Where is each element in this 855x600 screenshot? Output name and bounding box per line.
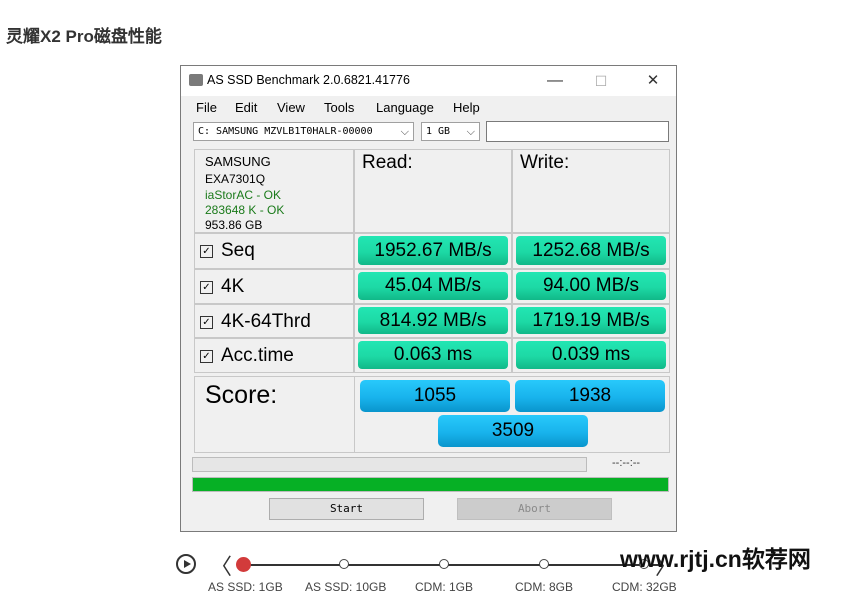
carousel-dot-2[interactable] xyxy=(339,559,349,569)
step-label-2[interactable]: AS SSD: 10GB xyxy=(305,580,386,594)
alignment-status: 283648 K - OK xyxy=(205,203,285,217)
drive-info-panel: SAMSUNG EXA7301Q iaStorAC - OK 283648 K … xyxy=(194,149,354,233)
4k-64thrd-label: 4K-64Thrd xyxy=(221,311,311,332)
4k-read-cell: 45.04 MB/s xyxy=(354,269,512,304)
drive-select-value: C: SAMSUNG MZVLB1T0HALR-00000 xyxy=(198,126,373,137)
4k-read-value: 45.04 MB/s xyxy=(358,272,508,300)
4k-64thrd-write-cell: 1719.19 MB/s xyxy=(512,304,670,338)
acc-time-label-wrap: ✓ Acc.time xyxy=(200,345,294,367)
score-panel: Score: 1055 1938 3509 xyxy=(194,376,670,453)
step-label-5[interactable]: CDM: 32GB xyxy=(612,580,677,594)
test-row-acc-time[interactable]: ✓ Acc.time xyxy=(194,338,354,373)
4k-64thrd-write-value: 1719.19 MB/s xyxy=(516,307,666,334)
seq-read-value: 1952.67 MB/s xyxy=(358,236,508,265)
menu-view[interactable]: View xyxy=(277,100,305,115)
start-button[interactable]: Start xyxy=(269,498,424,520)
score-label: Score: xyxy=(205,381,278,409)
page-title: 灵耀X2 Pro磁盘性能 xyxy=(6,27,162,46)
score-write: 1938 xyxy=(515,380,665,412)
read-header: Read: xyxy=(362,152,413,173)
menu-tools[interactable]: Tools xyxy=(324,100,354,115)
seq-write-cell: 1252.68 MB/s xyxy=(512,233,670,269)
chevron-down-icon: ⌵ xyxy=(466,125,475,138)
4k-64thrd-read-value: 814.92 MB/s xyxy=(358,307,508,334)
4k-write-cell: 94.00 MB/s xyxy=(512,269,670,304)
driver-status: iaStorAC - OK xyxy=(205,188,282,202)
test-row-seq[interactable]: ✓ Seq xyxy=(194,233,354,269)
write-header: Write: xyxy=(520,152,570,173)
test-progress-bar xyxy=(192,457,587,472)
checkbox-4k[interactable]: ✓ xyxy=(200,281,213,294)
drive-vendor: SAMSUNG xyxy=(205,154,271,169)
checkbox-4k-64thrd[interactable]: ✓ xyxy=(200,316,213,329)
score-total: 3509 xyxy=(438,415,588,447)
as-ssd-window: AS SSD Benchmark 2.0.6821.41776 — ☐ ✕ Fi… xyxy=(180,65,677,532)
size-select[interactable]: 1 GB ⌵ xyxy=(421,122,480,141)
step-label-4[interactable]: CDM: 8GB xyxy=(515,580,573,594)
elapsed-time: --:--:-- xyxy=(612,457,641,469)
carousel-dot-3[interactable] xyxy=(439,559,449,569)
checkbox-seq[interactable]: ✓ xyxy=(200,245,213,258)
4k-64thrd-read-cell: 814.92 MB/s xyxy=(354,304,512,338)
text-input[interactable] xyxy=(486,121,669,142)
step-label-3[interactable]: CDM: 1GB xyxy=(415,580,473,594)
drive-select[interactable]: C: SAMSUNG MZVLB1T0HALR-00000 ⌵ xyxy=(193,122,414,141)
4k-64thrd-label-wrap: ✓ 4K-64Thrd xyxy=(200,311,311,333)
acc-time-read-cell: 0.063 ms xyxy=(354,338,512,373)
4k-write-value: 94.00 MB/s xyxy=(516,272,666,300)
status-bar xyxy=(192,477,669,492)
seq-label: Seq xyxy=(221,240,255,261)
watermark: www.rjtj.cn软荐网 xyxy=(620,546,811,572)
menu-file[interactable]: File xyxy=(196,100,217,115)
window-title: AS SSD Benchmark 2.0.6821.41776 xyxy=(207,73,410,87)
drive-capacity: 953.86 GB xyxy=(205,218,263,232)
seq-write-value: 1252.68 MB/s xyxy=(516,236,666,265)
step-label-1[interactable]: AS SSD: 1GB xyxy=(208,580,283,594)
menu-bar: File Edit View Tools Language Help xyxy=(181,98,676,118)
results-grid: SAMSUNG EXA7301Q iaStorAC - OK 283648 K … xyxy=(194,149,670,453)
title-bar[interactable]: AS SSD Benchmark 2.0.6821.41776 — ☐ ✕ xyxy=(181,66,676,96)
minimize-button[interactable]: — xyxy=(532,68,578,94)
4k-label: 4K xyxy=(221,276,245,297)
menu-language[interactable]: Language xyxy=(376,100,434,115)
abort-button[interactable]: Abort xyxy=(457,498,612,520)
carousel-dot-4[interactable] xyxy=(539,559,549,569)
score-divider xyxy=(354,377,355,452)
chevron-left-icon[interactable]: 〈 xyxy=(210,549,232,581)
acc-time-read-value: 0.063 ms xyxy=(358,341,508,369)
maximize-button[interactable]: ☐ xyxy=(578,68,624,94)
test-row-4k-64thrd[interactable]: ✓ 4K-64Thrd xyxy=(194,304,354,338)
write-header-cell: Write: xyxy=(512,149,670,233)
carousel-track xyxy=(243,564,663,566)
close-button[interactable]: ✕ xyxy=(630,68,676,94)
carousel-dot-1[interactable] xyxy=(236,557,251,572)
play-icon[interactable] xyxy=(176,554,196,574)
checkbox-acc-time[interactable]: ✓ xyxy=(200,350,213,363)
seq-label-wrap: ✓ Seq xyxy=(200,240,255,262)
seq-read-cell: 1952.67 MB/s xyxy=(354,233,512,269)
read-header-cell: Read: xyxy=(354,149,512,233)
acc-time-write-cell: 0.039 ms xyxy=(512,338,670,373)
app-icon xyxy=(189,74,203,86)
4k-label-wrap: ✓ 4K xyxy=(200,276,244,298)
test-row-4k[interactable]: ✓ 4K xyxy=(194,269,354,304)
drive-firmware: EXA7301Q xyxy=(205,172,266,186)
score-read: 1055 xyxy=(360,380,510,412)
size-select-value: 1 GB xyxy=(426,126,451,137)
acc-time-label: Acc.time xyxy=(221,345,294,366)
menu-help[interactable]: Help xyxy=(453,100,480,115)
chevron-down-icon: ⌵ xyxy=(400,125,409,138)
acc-time-write-value: 0.039 ms xyxy=(516,341,666,369)
menu-edit[interactable]: Edit xyxy=(235,100,257,115)
